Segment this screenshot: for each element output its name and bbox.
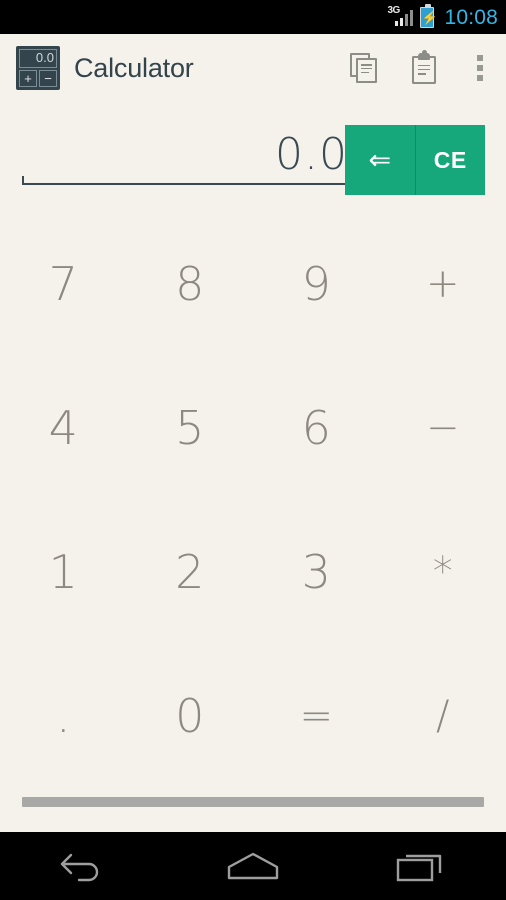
- copy-button[interactable]: [334, 34, 394, 102]
- action-bar: 0.0 + − Calculator: [0, 34, 506, 102]
- nav-back-button[interactable]: [0, 832, 169, 900]
- page-title: Calculator: [74, 52, 194, 83]
- key-plus[interactable]: +: [380, 212, 506, 356]
- key-5[interactable]: 5: [127, 356, 254, 500]
- key-equals[interactable]: =: [253, 644, 380, 788]
- horizontal-scrollbar[interactable]: [0, 788, 506, 812]
- key-6[interactable]: 6: [253, 356, 380, 500]
- key-0[interactable]: 0: [127, 644, 254, 788]
- clear-entry-button[interactable]: CE: [414, 125, 486, 195]
- key-4[interactable]: 4: [0, 356, 127, 500]
- display-value: 0.0: [275, 129, 348, 180]
- key-2[interactable]: 2: [127, 500, 254, 644]
- key-multiply[interactable]: *: [380, 500, 506, 644]
- app-icon-display: 0.0: [19, 49, 57, 68]
- signal-bars: [394, 10, 414, 26]
- paste-icon: [410, 50, 438, 84]
- nav-home-button[interactable]: [169, 832, 338, 900]
- key-1[interactable]: 1: [0, 500, 127, 644]
- overflow-menu-icon: [477, 55, 483, 81]
- back-arrow-icon: [61, 853, 99, 882]
- nav-recents-button[interactable]: [337, 832, 506, 900]
- key-9[interactable]: 9: [253, 212, 380, 356]
- key-minus[interactable]: −: [380, 356, 506, 500]
- status-bar-clock: 10:08: [444, 5, 498, 29]
- charging-bolt-icon: ⚡: [421, 9, 438, 25]
- action-bar-buttons: [334, 34, 506, 102]
- copy-icon: [350, 53, 378, 83]
- calculator-display-input[interactable]: 0.0: [22, 122, 348, 194]
- navigation-bar: [0, 832, 506, 900]
- battery-charging-icon: ⚡: [420, 3, 438, 28]
- backspace-button[interactable]: ⇐: [345, 125, 415, 195]
- scrollbar-thumb[interactable]: [22, 797, 484, 807]
- key-divide[interactable]: /: [380, 644, 506, 788]
- key-decimal[interactable]: .: [0, 644, 127, 788]
- recents-icon: [396, 854, 441, 882]
- key-8[interactable]: 8: [127, 212, 254, 356]
- calculator-app-icon: 0.0 + −: [16, 46, 60, 90]
- app-icon-keys: + −: [19, 70, 57, 87]
- overflow-menu-button[interactable]: [454, 34, 506, 102]
- app-icon-minus-key: −: [39, 70, 57, 87]
- edit-key-group: ⇐ CE: [345, 125, 485, 195]
- status-icons: 3G ⚡ 10:08: [387, 3, 498, 29]
- app-icon-plus-key: +: [19, 70, 37, 87]
- paste-button[interactable]: [394, 34, 454, 102]
- calculator-keypad: 7 8 9 + 4 5 6 − 1 2 3 * . 0 = /: [0, 212, 506, 788]
- signal-3g-icon: 3G: [387, 6, 414, 28]
- status-bar: 3G ⚡ 10:08: [0, 0, 506, 34]
- key-3[interactable]: 3: [253, 500, 380, 644]
- display-underline: [22, 176, 348, 185]
- key-7[interactable]: 7: [0, 212, 127, 356]
- home-icon: [227, 852, 279, 880]
- phone-screen: 3G ⚡ 10:08 0.0 + − Calculator 0.0 ⇐ CE 7…: [0, 0, 506, 900]
